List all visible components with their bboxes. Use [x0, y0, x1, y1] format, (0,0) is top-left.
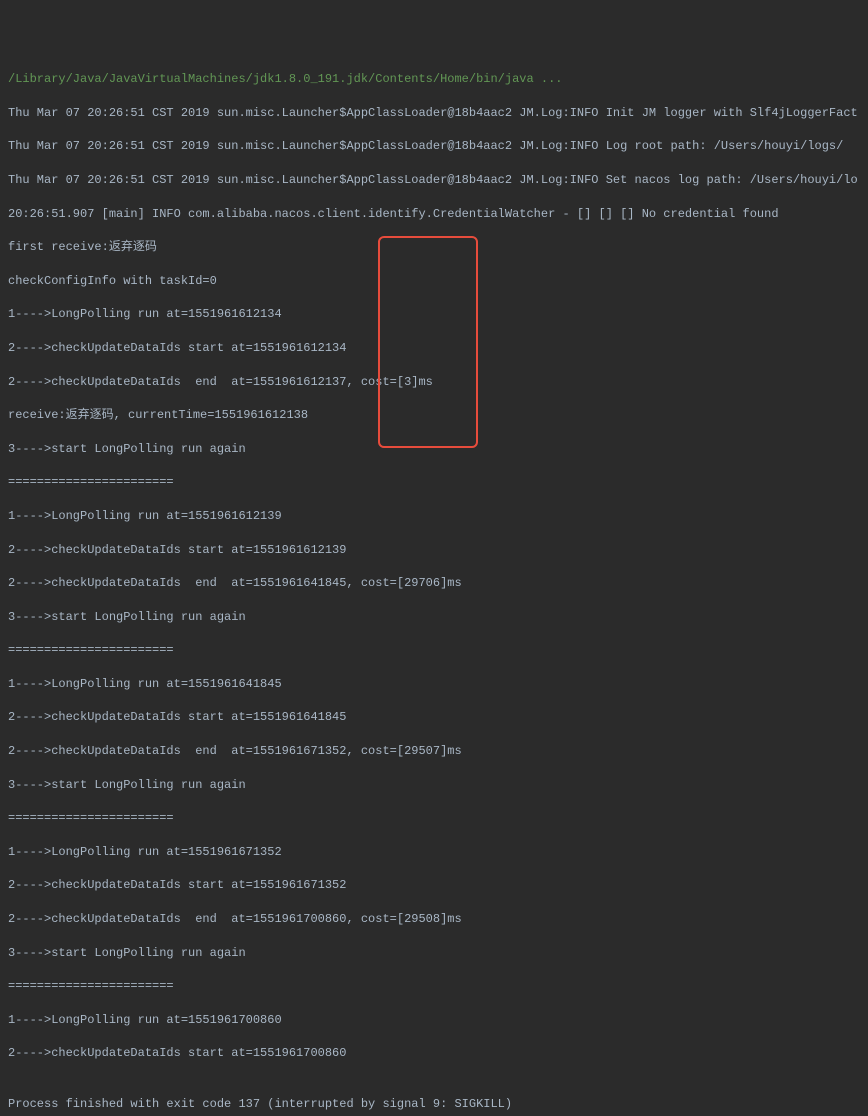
log-line: 1---->LongPolling run at=1551961612134: [8, 306, 860, 323]
log-line: 2---->checkUpdateDataIds start at=155196…: [8, 542, 860, 559]
log-line: 2---->checkUpdateDataIds start at=155196…: [8, 877, 860, 894]
log-line: 3---->start LongPolling run again: [8, 441, 860, 458]
log-line: Thu Mar 07 20:26:51 CST 2019 sun.misc.La…: [8, 172, 860, 189]
log-line: 3---->start LongPolling run again: [8, 609, 860, 626]
log-line: 3---->start LongPolling run again: [8, 777, 860, 794]
log-line: receive:返弃逐码, currentTime=1551961612138: [8, 407, 860, 424]
log-line: checkConfigInfo with taskId=0: [8, 273, 860, 290]
log-line: 2---->checkUpdateDataIds start at=155196…: [8, 340, 860, 357]
log-line: 2---->checkUpdateDataIds end at=15519616…: [8, 575, 860, 592]
log-line: 1---->LongPolling run at=1551961671352: [8, 844, 860, 861]
log-line: Thu Mar 07 20:26:51 CST 2019 sun.misc.La…: [8, 138, 860, 155]
log-line: 2---->checkUpdateDataIds start at=155196…: [8, 709, 860, 726]
log-line: 1---->LongPolling run at=1551961641845: [8, 676, 860, 693]
log-line: 2---->checkUpdateDataIds start at=155196…: [8, 1045, 860, 1062]
log-line: 1---->LongPolling run at=1551961700860: [8, 1012, 860, 1029]
log-line: 2---->checkUpdateDataIds end at=15519616…: [8, 374, 860, 391]
process-exit-line: Process finished with exit code 137 (int…: [8, 1096, 860, 1113]
log-separator: =======================: [8, 474, 860, 491]
log-line: 2---->checkUpdateDataIds end at=15519617…: [8, 911, 860, 928]
log-line: 20:26:51.907 [main] INFO com.alibaba.nac…: [8, 206, 860, 223]
java-command-path: /Library/Java/JavaVirtualMachines/jdk1.8…: [8, 71, 860, 88]
log-separator: =======================: [8, 642, 860, 659]
log-separator: =======================: [8, 810, 860, 827]
log-line: first receive:返弃逐码: [8, 239, 860, 256]
log-line: Thu Mar 07 20:26:51 CST 2019 sun.misc.La…: [8, 105, 860, 122]
log-separator: =======================: [8, 978, 860, 995]
log-line: 3---->start LongPolling run again: [8, 945, 860, 962]
log-line: 1---->LongPolling run at=1551961612139: [8, 508, 860, 525]
log-line: 2---->checkUpdateDataIds end at=15519616…: [8, 743, 860, 760]
